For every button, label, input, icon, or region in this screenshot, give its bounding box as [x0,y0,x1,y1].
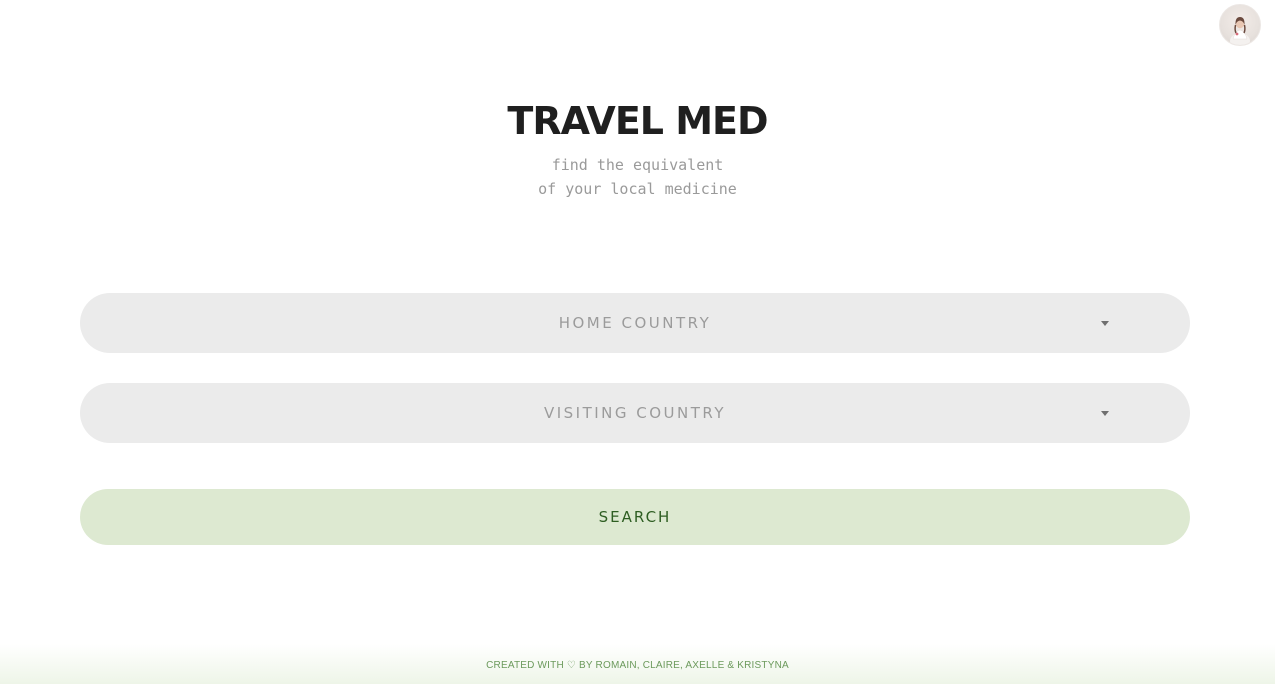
subtitle-line-2: of your local medicine [538,180,737,198]
page: TRAVEL MED find the equivalent of your l… [0,0,1275,684]
home-country-select[interactable]: HOME COUNTRY [80,293,1190,353]
page-title: TRAVEL MED [507,99,768,143]
avatar-image [1230,17,1250,45]
visiting-country-select[interactable]: VISITING COUNTRY [80,383,1190,443]
visiting-country-label: VISITING COUNTRY [543,404,727,422]
footer-credits: CREATED WITH ♡ BY ROMAIN, CLAIRE, AXELLE… [486,660,789,671]
caret-down-icon [1101,321,1109,326]
avatar[interactable] [1219,4,1261,46]
home-country-label: HOME COUNTRY [558,314,712,332]
page-subtitle: find the equivalent of your local medici… [0,153,1275,201]
subtitle-line-1: find the equivalent [551,156,724,174]
search-button[interactable]: SEARCH [80,489,1190,545]
caret-down-icon [1101,411,1109,416]
footer: CREATED WITH ♡ BY ROMAIN, CLAIRE, AXELLE… [0,644,1275,684]
